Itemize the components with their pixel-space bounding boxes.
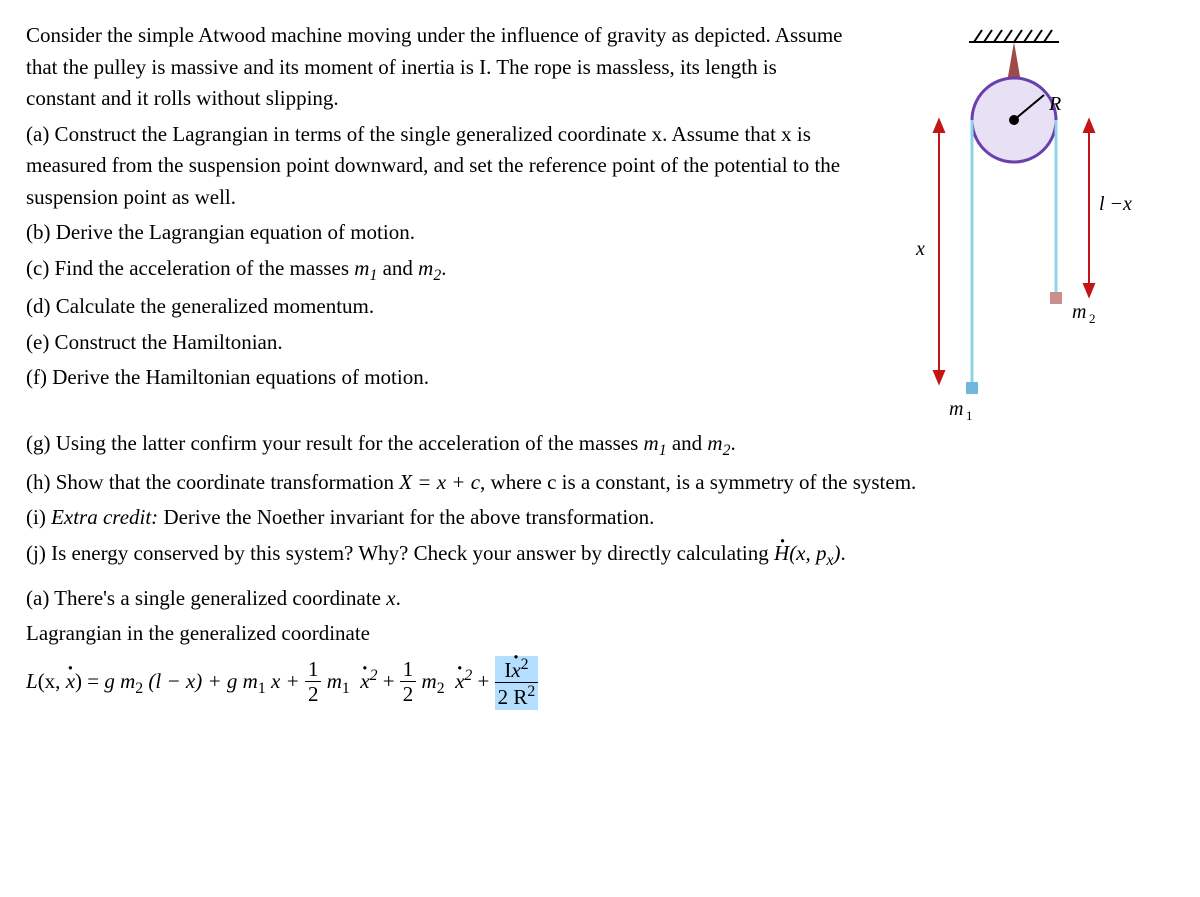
eq-last-frac: Ix2 2 R2 xyxy=(495,656,539,710)
part-f: (f) Derive the Hamiltonian equations of … xyxy=(26,362,844,394)
g-m1-sym: m xyxy=(644,431,659,455)
c-m2: m2 xyxy=(418,256,441,280)
g-m2-sym: m xyxy=(707,431,722,455)
g-m2: m2 xyxy=(707,431,730,455)
c-post: . xyxy=(441,256,446,280)
svg-text:l −x: l −x xyxy=(1099,193,1132,215)
svg-text:x: x xyxy=(915,238,925,260)
part-i: (i) Extra credit: Derive the Noether inv… xyxy=(26,502,1174,534)
svg-text:m: m xyxy=(1072,301,1086,323)
g-m1-sub: 1 xyxy=(659,442,667,459)
eq-t1b: (l − x) + g m xyxy=(148,669,257,693)
g-post: . xyxy=(730,431,735,455)
half2d: 2 xyxy=(400,682,417,707)
eq-m2sub: 2 xyxy=(437,680,445,697)
half1d: 2 xyxy=(305,682,322,707)
half2n: 1 xyxy=(400,658,417,682)
eq-m1sub: 1 xyxy=(342,680,350,697)
eq-lastden: 2 R2 xyxy=(495,683,539,710)
svg-text:2: 2 xyxy=(1089,311,1096,326)
eq-xdot1-sq: 2 xyxy=(370,667,378,684)
eq-lastnum: Ix2 xyxy=(495,656,539,683)
j-pre: (j) Is energy conserved by this system? … xyxy=(26,541,774,565)
eq-L: L xyxy=(26,669,38,693)
j-post: . xyxy=(841,541,846,565)
part-d: (d) Calculate the generalized momentum. xyxy=(26,291,844,323)
g-and: and xyxy=(667,431,708,455)
svg-text:1: 1 xyxy=(966,408,973,420)
eq-half2: 12 xyxy=(400,658,417,707)
atwood-diagram: R x l −x m 1 m 2 xyxy=(854,20,1154,420)
part-b: (b) Derive the Lagrangian equation of mo… xyxy=(26,217,844,249)
eq-t1c: x + xyxy=(271,669,305,693)
j-hdot: H(x, px) xyxy=(774,541,841,565)
eq-Rsq: 2 xyxy=(527,683,535,700)
intro-text: Consider the simple Atwood machine movin… xyxy=(26,20,844,115)
intro: Consider the simple Atwood machine movin… xyxy=(26,23,843,110)
eq-half1: 12 xyxy=(305,658,322,707)
part-h: (h) Show that the coordinate transformat… xyxy=(26,467,1174,499)
g-pre: (g) Using the latter confirm your result… xyxy=(26,431,644,455)
eq-t1a: g m xyxy=(104,669,135,693)
eq-arg1: (x, xyxy=(38,669,66,693)
half1n: 1 xyxy=(305,658,322,682)
sol-a2: Lagrangian in the generalized coordinate xyxy=(26,618,1174,650)
c-m2-sym: m xyxy=(418,256,433,280)
eq-2R: 2 R xyxy=(498,685,528,709)
eq-eq: ) = xyxy=(75,669,104,693)
eq-plus2: + xyxy=(383,669,400,693)
svg-text:R: R xyxy=(1048,93,1061,115)
i-post: Derive the Noether invariant for the abo… xyxy=(158,505,654,529)
c-m1: m1 xyxy=(354,256,377,280)
i-emph: Extra credit: xyxy=(51,505,158,529)
eq-xdot-arg: x xyxy=(66,666,75,698)
lagrangian-equation: L(x, x) = g m2 (l − x) + g m1 x + 12 m1 … xyxy=(26,656,1174,710)
c-and: and xyxy=(377,256,418,280)
h-eq: X = x + c xyxy=(399,470,480,494)
eq-m2: m xyxy=(422,669,437,693)
eq-xdot2: x xyxy=(455,666,464,698)
eq-t1bsub: 1 xyxy=(258,680,266,697)
part-a: (a) Construct the Lagrangian in terms of… xyxy=(26,119,844,214)
sol-a1: (a) There's a single generalized coordin… xyxy=(26,583,1174,615)
svg-text:m: m xyxy=(949,398,963,420)
eq-xdot1: x xyxy=(360,666,369,698)
eq-plus3: + xyxy=(478,669,495,693)
eq-xdot3-sq: 2 xyxy=(521,656,529,673)
i-pre: (i) xyxy=(26,505,51,529)
c-m1-sym: m xyxy=(354,256,369,280)
part-e: (e) Construct the Hamiltonian. xyxy=(26,327,844,359)
sol-a1-text: (a) There's a single generalized coordin… xyxy=(26,586,401,610)
h-post: , where c is a constant, is a symmetry o… xyxy=(480,470,916,494)
part-j: (j) Is energy conserved by this system? … xyxy=(26,538,1174,573)
eq-m1: m xyxy=(327,669,342,693)
eq-xdot3: x xyxy=(511,659,520,682)
c-pre: (c) Find the acceleration of the masses xyxy=(26,256,354,280)
h-pre: (h) Show that the coordinate transformat… xyxy=(26,470,399,494)
g-m1: m1 xyxy=(644,431,667,455)
eq-t1sub: 2 xyxy=(135,680,143,697)
eq-xdot2-sq: 2 xyxy=(464,667,472,684)
part-g: (g) Using the latter confirm your result… xyxy=(26,428,1174,463)
part-c: (c) Find the acceleration of the masses … xyxy=(26,253,844,288)
